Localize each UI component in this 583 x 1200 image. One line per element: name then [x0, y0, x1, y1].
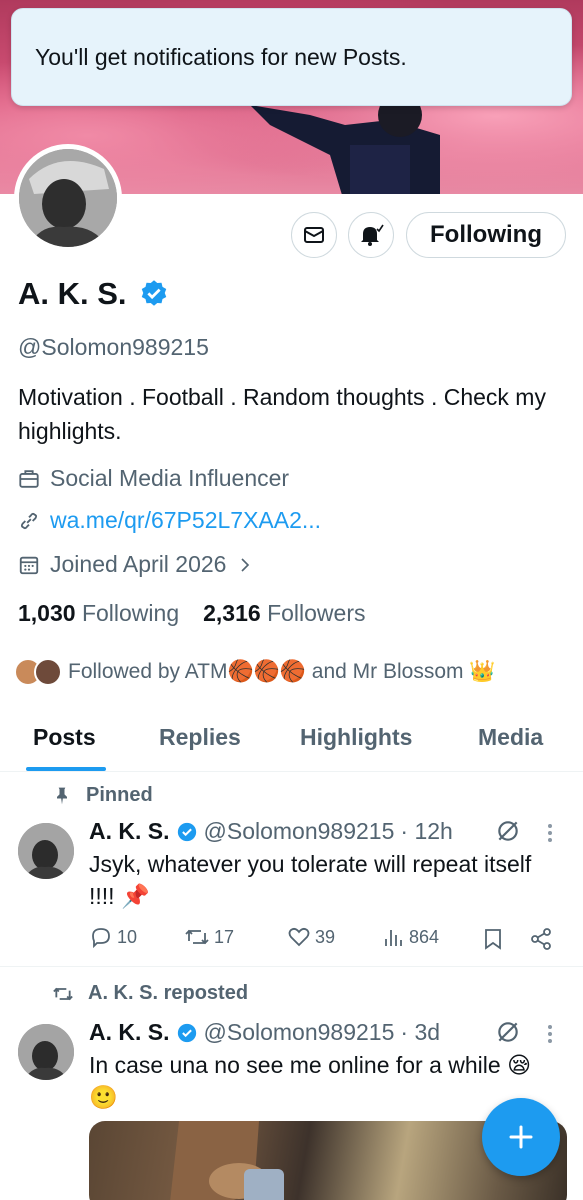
more-icon[interactable]: [548, 824, 554, 845]
notification-toast: You'll get notifications for new Posts.: [11, 8, 572, 106]
post-author-handle[interactable]: @Solomon989215: [204, 1019, 395, 1046]
post-actions: 10 17 39 864: [89, 925, 559, 955]
compose-plus-icon: [509, 1125, 533, 1149]
share-icon[interactable]: [529, 927, 553, 951]
following-count-link[interactable]: 1,030 Following: [18, 600, 179, 627]
following-label: Following: [81, 600, 180, 626]
profile-bio: Motivation . Football . Random thoughts …: [18, 384, 546, 444]
following-button[interactable]: Following: [406, 212, 566, 258]
mail-icon: [304, 227, 324, 243]
message-button[interactable]: [291, 212, 337, 258]
link-icon: [20, 512, 38, 529]
post-avatar[interactable]: [18, 1024, 74, 1080]
profile-tabs: Posts Replies Highlights Media: [0, 718, 583, 772]
pinned-label: Pinned: [52, 784, 153, 807]
tab-posts[interactable]: Posts: [33, 724, 96, 751]
post-author-handle[interactable]: @Solomon989215: [204, 818, 395, 845]
profile-category: Social Media Influencer: [18, 465, 289, 492]
post-author-name[interactable]: A. K. S.: [89, 818, 170, 845]
post-avatar-photo: [18, 823, 74, 879]
tab-replies[interactable]: Replies: [159, 724, 241, 751]
post-text: In case una no see me online for a while…: [89, 1052, 532, 1110]
verified-icon: [177, 1023, 196, 1042]
profile-link[interactable]: wa.me/qr/67P52L7XAA2...: [18, 507, 321, 534]
post-avatar-photo: [18, 1024, 74, 1080]
avatar-photo: [19, 149, 117, 247]
repost-context[interactable]: A. K. S. reposted: [52, 982, 248, 1005]
active-tab-indicator: [26, 767, 106, 771]
like-icon: [288, 927, 310, 947]
bookmark-icon[interactable]: [482, 927, 504, 951]
chevron-right-icon: [241, 557, 250, 572]
repost-count: 17: [214, 926, 235, 947]
repost-button[interactable]: 17: [184, 925, 234, 949]
post-time: · 12h: [400, 818, 453, 844]
verified-icon: [177, 822, 196, 841]
verified-icon[interactable]: [139, 279, 169, 309]
reply-count: 10: [117, 926, 138, 947]
bell-check-icon: [361, 224, 384, 246]
followed-by-row[interactable]: Followed by ATM🏀🏀🏀 and Mr Blossom 👑: [14, 658, 495, 686]
joined-text: Joined April 2026: [50, 551, 227, 577]
profile-avatar[interactable]: [14, 144, 122, 252]
post-avatar[interactable]: [18, 823, 74, 879]
post-header: A. K. S. @Solomon989215 · 12h: [89, 818, 453, 845]
views-icon: [385, 930, 402, 946]
views-button[interactable]: 864: [383, 925, 439, 949]
follow-counts: 1,030 Following 2,316 Followers: [18, 600, 365, 627]
tab-highlights[interactable]: Highlights: [300, 724, 412, 751]
repost-context-text: A. K. S. reposted: [88, 982, 249, 1004]
reply-icon: [92, 928, 110, 949]
post-divider: [0, 966, 583, 967]
following-count: 1,030: [18, 600, 76, 626]
followers-label: Followers: [267, 600, 366, 626]
profile-name: A. K. S.: [18, 276, 127, 311]
post-header: A. K. S. @Solomon989215 · 3d: [89, 1019, 440, 1046]
more-icon[interactable]: [548, 1025, 554, 1046]
followers-count: 2,316: [203, 600, 261, 626]
compose-button[interactable]: [482, 1098, 560, 1176]
grok-icon[interactable]: [495, 818, 521, 844]
profile-name-row: A. K. S.: [18, 276, 169, 312]
followed-by-text: Followed by ATM🏀🏀🏀 and Mr Blossom 👑: [68, 660, 496, 683]
pin-icon: [57, 787, 67, 804]
briefcase-icon: [19, 469, 39, 488]
category-text: Social Media Influencer: [50, 465, 290, 491]
followers-count-link[interactable]: 2,316 Followers: [203, 600, 365, 627]
toast-text: You'll get notifications for new Posts.: [35, 43, 407, 70]
repost-icon: [185, 929, 209, 945]
post-time: · 3d: [400, 1019, 441, 1045]
like-button[interactable]: 39: [287, 925, 335, 949]
tab-media[interactable]: Media: [478, 724, 543, 751]
notifications-button[interactable]: [348, 212, 394, 258]
post-text: Jsyk, whatever you tolerate will repeat …: [89, 851, 532, 909]
banner-figure: [250, 95, 440, 194]
mutual-avatar: [34, 658, 62, 686]
repost-icon: [53, 987, 73, 1000]
profile-link-text[interactable]: wa.me/qr/67P52L7XAA2...: [50, 507, 321, 534]
profile-joined[interactable]: Joined April 2026: [18, 551, 254, 578]
views-count: 864: [409, 926, 440, 947]
grok-icon[interactable]: [495, 1019, 521, 1045]
profile-handle: @Solomon989215: [18, 334, 209, 360]
pinned-text: Pinned: [86, 784, 153, 806]
reply-button[interactable]: 10: [89, 925, 137, 949]
post-author-name[interactable]: A. K. S.: [89, 1019, 170, 1046]
like-count: 39: [315, 926, 336, 947]
calendar-icon: [19, 556, 39, 574]
